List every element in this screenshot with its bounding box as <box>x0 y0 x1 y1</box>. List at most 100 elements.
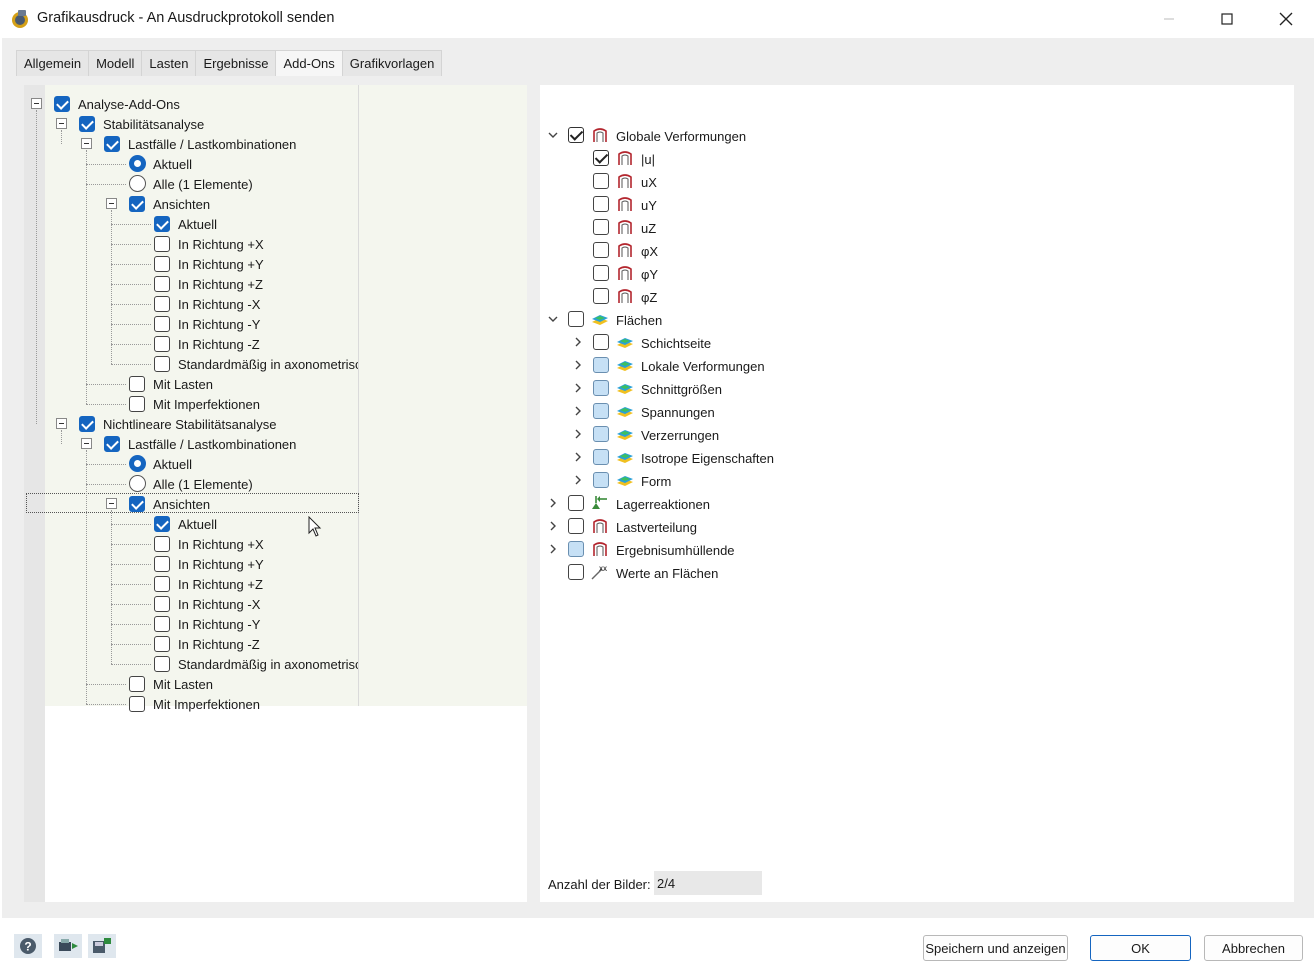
checkbox[interactable] <box>593 150 609 166</box>
tab-grafikvorlagen[interactable]: Grafikvorlagen <box>341 50 443 76</box>
tree-row[interactable]: In Richtung +Y <box>24 554 527 574</box>
chevron-right-icon[interactable] <box>572 451 584 463</box>
tree-row[interactable]: Nichtlineare Stabilitätsanalyse <box>24 414 527 434</box>
tree-row[interactable]: In Richtung -Z <box>24 334 527 354</box>
checkbox[interactable] <box>593 265 609 281</box>
checkbox[interactable] <box>154 536 170 552</box>
tree-row[interactable]: Mit Lasten <box>24 674 527 694</box>
checkbox[interactable] <box>568 311 584 327</box>
tree-row[interactable]: Aktuell <box>24 454 527 474</box>
checkbox[interactable] <box>129 696 145 712</box>
ok-button[interactable]: OK <box>1090 935 1191 961</box>
tree-row[interactable]: Ansichten <box>24 494 527 514</box>
tree-row[interactable]: In Richtung +Y <box>24 254 527 274</box>
chevron-right-icon[interactable] <box>572 405 584 417</box>
chevron-down-icon[interactable] <box>547 129 559 141</box>
checkbox[interactable] <box>129 496 145 512</box>
checkbox[interactable] <box>154 356 170 372</box>
tab-lasten[interactable]: Lasten <box>141 50 197 76</box>
checkbox[interactable] <box>104 436 120 452</box>
tree-row[interactable]: In Richtung -Y <box>24 314 527 334</box>
checkbox[interactable] <box>593 449 609 465</box>
checkbox[interactable] <box>593 426 609 442</box>
result-tree-row[interactable]: φZ <box>540 286 1294 308</box>
checkbox[interactable] <box>593 334 609 350</box>
tree-row[interactable]: In Richtung -Z <box>24 634 527 654</box>
result-tree-row[interactable]: uX <box>540 171 1294 193</box>
tree-row[interactable]: In Richtung -X <box>24 294 527 314</box>
tree-row[interactable]: In Richtung -X <box>24 594 527 614</box>
result-tree-row[interactable]: XX Werte an Flächen <box>540 562 1294 584</box>
collapse-icon[interactable] <box>81 438 92 449</box>
tab-modell[interactable]: Modell <box>88 50 143 76</box>
tree-row[interactable]: Lastfälle / Lastkombinationen <box>24 134 527 154</box>
minimize-button[interactable] <box>1140 0 1198 38</box>
tree-row[interactable]: Analyse-Add-Ons <box>24 94 527 114</box>
checkbox[interactable] <box>154 216 170 232</box>
checkbox[interactable] <box>568 541 584 557</box>
collapse-icon[interactable] <box>106 498 117 509</box>
chevron-right-icon[interactable] <box>547 543 559 555</box>
checkbox[interactable] <box>593 173 609 189</box>
save-and-show-button[interactable]: Speichern und anzeigen <box>923 935 1068 961</box>
radio-button[interactable] <box>129 175 146 192</box>
checkbox[interactable] <box>593 472 609 488</box>
checkbox[interactable] <box>154 576 170 592</box>
result-tree-row[interactable]: Schnittgrößen <box>540 378 1294 400</box>
chevron-right-icon[interactable] <box>572 382 584 394</box>
checkbox[interactable] <box>154 596 170 612</box>
checkbox[interactable] <box>593 242 609 258</box>
chevron-down-icon[interactable] <box>547 313 559 325</box>
checkbox[interactable] <box>104 136 120 152</box>
checkbox[interactable] <box>154 296 170 312</box>
checkbox[interactable] <box>129 396 145 412</box>
tree-row[interactable]: Aktuell <box>24 214 527 234</box>
chevron-right-icon[interactable] <box>572 336 584 348</box>
chevron-right-icon[interactable] <box>547 497 559 509</box>
maximize-button[interactable] <box>1198 0 1256 38</box>
checkbox[interactable] <box>154 656 170 672</box>
radio-button[interactable] <box>129 475 146 492</box>
collapse-icon[interactable] <box>56 118 67 129</box>
tree-row[interactable]: Mit Imperfektionen <box>24 694 527 714</box>
result-tree-row[interactable]: φY <box>540 263 1294 285</box>
tree-row[interactable]: In Richtung +X <box>24 534 527 554</box>
checkbox[interactable] <box>154 316 170 332</box>
checkbox[interactable] <box>154 556 170 572</box>
checkbox[interactable] <box>568 564 584 580</box>
chevron-right-icon[interactable] <box>572 359 584 371</box>
result-tree-row[interactable]: Globale Verformungen <box>540 125 1294 147</box>
result-tree-row[interactable]: Schichtseite <box>540 332 1294 354</box>
result-tree-row[interactable]: Flächen <box>540 309 1294 331</box>
checkbox[interactable] <box>568 518 584 534</box>
collapse-icon[interactable] <box>56 418 67 429</box>
checkbox[interactable] <box>129 196 145 212</box>
checkbox[interactable] <box>593 380 609 396</box>
tree-row[interactable]: Standardmäßig in axonometrisc <box>24 654 527 674</box>
tab-add-ons[interactable]: Add-Ons <box>275 50 343 76</box>
result-tree-row[interactable]: Ergebnisumhüllende <box>540 539 1294 561</box>
result-tree-row[interactable]: φX <box>540 240 1294 262</box>
tree-row[interactable]: Alle (1 Elemente) <box>24 474 527 494</box>
tree-row[interactable]: Mit Lasten <box>24 374 527 394</box>
tab-ergebnisse[interactable]: Ergebnisse <box>195 50 277 76</box>
radio-button[interactable] <box>129 155 146 172</box>
result-tree-row[interactable]: uY <box>540 194 1294 216</box>
checkbox[interactable] <box>154 336 170 352</box>
collapse-icon[interactable] <box>106 198 117 209</box>
checkbox[interactable] <box>154 256 170 272</box>
help-button[interactable]: ? <box>14 934 42 958</box>
checkbox[interactable] <box>129 376 145 392</box>
chevron-right-icon[interactable] <box>547 520 559 532</box>
result-tree-row[interactable]: Lastverteilung <box>540 516 1294 538</box>
checkbox[interactable] <box>54 96 70 112</box>
tree-row[interactable]: Ansichten <box>24 194 527 214</box>
checkbox[interactable] <box>593 196 609 212</box>
tree-row[interactable]: Aktuell <box>24 154 527 174</box>
print-queue-button[interactable] <box>54 934 82 958</box>
tree-row[interactable]: In Richtung +Z <box>24 574 527 594</box>
checkbox[interactable] <box>568 127 584 143</box>
collapse-icon[interactable] <box>81 138 92 149</box>
tree-row[interactable]: In Richtung -Y <box>24 614 527 634</box>
close-button[interactable] <box>1257 0 1315 38</box>
